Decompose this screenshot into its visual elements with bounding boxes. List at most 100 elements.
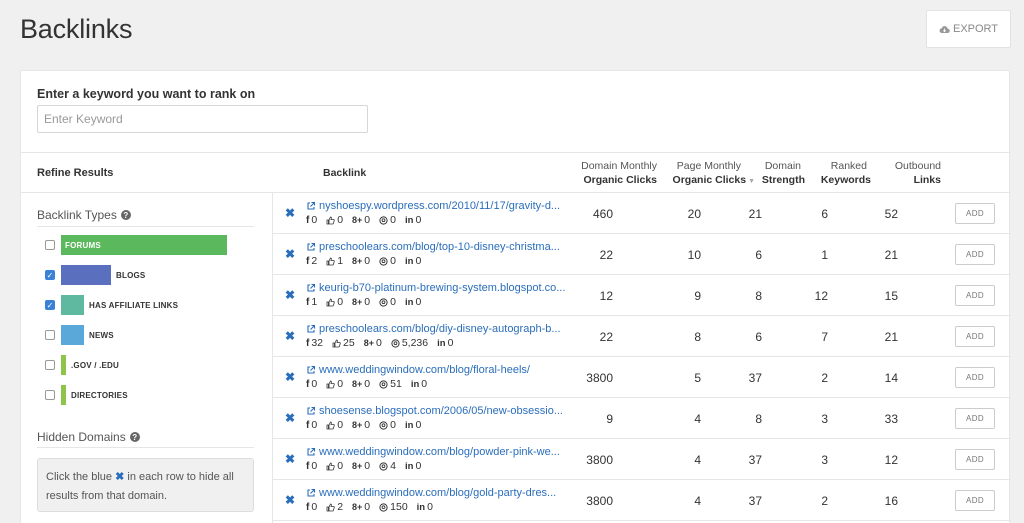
likes-count: 0: [326, 419, 343, 431]
linkedin-count: in 0: [416, 501, 433, 513]
backlink-url-text: preschoolears.com/blog/top-10-disney-chr…: [319, 241, 560, 253]
backlink-type-row[interactable]: DIRECTORIES: [45, 385, 128, 405]
add-button[interactable]: ADD: [955, 244, 995, 265]
backlink-type-bar: [61, 265, 111, 285]
hide-domain-button[interactable]: ✖: [285, 493, 295, 507]
backlink-type-row[interactable]: NEWS: [45, 325, 114, 345]
external-link-icon: [306, 201, 316, 211]
backlink-type-row[interactable]: .GOV / .EDU: [45, 355, 119, 375]
pinterest-count: 0: [379, 214, 396, 226]
backlink-url-text: preschoolears.com/blog/diy-disney-autogr…: [319, 323, 561, 335]
google-plus-icon: 8+: [352, 461, 363, 471]
google-plus-icon: 8+: [352, 420, 363, 430]
external-link-icon: [306, 447, 316, 457]
pinterest-count: 51: [379, 378, 402, 390]
add-button[interactable]: ADD: [955, 203, 995, 224]
hidden-domains-note: Click the blue ✖ in each row to hide all…: [37, 458, 254, 512]
hidden-domains-label: Hidden Domains ?: [37, 430, 140, 444]
facebook-icon: f: [306, 419, 310, 431]
backlink-type-checkbox[interactable]: ✓: [45, 270, 55, 280]
add-button[interactable]: ADD: [955, 326, 995, 347]
backlink-types-label: Backlink Types ?: [37, 208, 131, 222]
facebook-icon: f: [306, 378, 310, 390]
google-plus-count: 8+ 0: [352, 296, 371, 308]
pinterest-count: 0: [379, 296, 396, 308]
backlink-url[interactable]: shoesense.blogspot.com/2006/05/new-obses…: [306, 405, 563, 417]
help-icon[interactable]: ?: [120, 210, 131, 220]
col-header-domain-strength[interactable]: Domain Strength: [749, 160, 805, 187]
hide-domain-button[interactable]: ✖: [285, 288, 295, 302]
linkedin-icon: in: [416, 501, 426, 513]
cell-domain-clicks: 9: [606, 412, 613, 426]
backlink-type-checkbox[interactable]: [45, 390, 55, 400]
backlink-url-text: www.weddingwindow.com/blog/gold-party-dr…: [319, 487, 557, 499]
backlink-url[interactable]: preschoolears.com/blog/top-10-disney-chr…: [306, 241, 560, 253]
col-header-page-clicks[interactable]: Page Monthly Organic Clicks ▼: [661, 160, 755, 188]
social-counts: f 0 0 8+ 0 0 in 0: [306, 214, 430, 226]
cell-page-clicks: 4: [694, 412, 701, 426]
keyword-input[interactable]: [37, 105, 368, 133]
backlink-url[interactable]: www.weddingwindow.com/blog/floral-heels/: [306, 364, 530, 376]
linkedin-icon: in: [437, 337, 446, 349]
backlink-url[interactable]: keurig-b70-platinum-brewing-system.blogs…: [306, 282, 565, 294]
cell-strength: 37: [748, 494, 762, 508]
backlink-url[interactable]: www.weddingwindow.com/blog/gold-party-dr…: [306, 487, 556, 499]
thumbs-up-icon: [326, 503, 335, 512]
pinterest-icon: [379, 461, 388, 471]
backlink-type-checkbox[interactable]: ✓: [45, 300, 55, 310]
col-header-domain-clicks[interactable]: Domain Monthly Organic Clicks: [553, 160, 657, 187]
backlink-type-label: DIRECTORIES: [71, 390, 128, 400]
hide-domain-button[interactable]: ✖: [285, 370, 295, 384]
close-icon: ✖: [115, 471, 125, 483]
hide-domain-button[interactable]: ✖: [285, 452, 295, 466]
col-header-outbound-links[interactable]: Outbound Links: [885, 160, 941, 187]
external-link-icon: [306, 488, 316, 498]
hide-domain-button[interactable]: ✖: [285, 247, 295, 261]
col-header-ranked-keywords[interactable]: Ranked Keywords: [817, 160, 871, 187]
col-header-backlink[interactable]: Backlink: [323, 167, 366, 181]
likes-count: 1: [326, 255, 343, 267]
thumbs-up-icon: [326, 216, 335, 225]
add-button[interactable]: ADD: [955, 285, 995, 306]
cell-domain-clicks: 460: [592, 207, 613, 221]
backlink-url[interactable]: nyshoespy.wordpress.com/2010/11/17/gravi…: [306, 200, 560, 212]
cell-outbound: 16: [884, 494, 898, 508]
hide-domain-button[interactable]: ✖: [285, 329, 295, 343]
add-button[interactable]: ADD: [955, 490, 995, 511]
facebook-count: f0: [306, 378, 318, 390]
cell-outbound: 14: [884, 371, 898, 385]
backlink-type-checkbox[interactable]: [45, 240, 55, 250]
cell-outbound: 12: [884, 453, 898, 467]
social-counts: f 0 0 8+ 0 51 in 0: [306, 378, 436, 390]
backlink-type-checkbox[interactable]: [45, 360, 55, 370]
backlink-type-row[interactable]: ✓ BLOGS: [45, 265, 145, 285]
table-row: ✖ www.weddingwindow.com/blog/floral-heels…: [273, 357, 1011, 398]
external-link-icon: [306, 283, 316, 293]
thumbs-up-icon: [332, 339, 341, 348]
linkedin-icon: in: [404, 296, 414, 308]
add-button[interactable]: ADD: [955, 408, 995, 429]
google-plus-count: 8+ 0: [352, 501, 371, 513]
add-button[interactable]: ADD: [955, 449, 995, 470]
thumbs-up-icon: [326, 380, 335, 389]
export-button[interactable]: EXPORT: [926, 10, 1011, 48]
help-icon[interactable]: ?: [129, 432, 140, 442]
google-plus-icon: 8+: [352, 379, 363, 389]
backlink-url[interactable]: www.weddingwindow.com/blog/powder-pink-w…: [306, 446, 560, 458]
backlink-type-row[interactable]: ✓ HAS AFFILIATE LINKS: [45, 295, 178, 315]
linkedin-count: in 0: [404, 419, 422, 431]
cell-outbound: 15: [884, 289, 898, 303]
backlink-url[interactable]: preschoolears.com/blog/diy-disney-autogr…: [306, 323, 561, 335]
google-plus-icon: 8+: [352, 215, 363, 225]
cell-domain-clicks: 22: [599, 330, 613, 344]
backlink-type-checkbox[interactable]: [45, 330, 55, 340]
table-row: ✖ preschoolears.com/blog/diy-disney-autog…: [273, 316, 1011, 357]
pinterest-icon: [379, 502, 388, 512]
backlink-type-row[interactable]: FORUMS: [45, 235, 227, 255]
likes-count: 0: [326, 378, 343, 390]
add-button[interactable]: ADD: [955, 367, 995, 388]
pinterest-count: 0: [379, 419, 396, 431]
hide-domain-button[interactable]: ✖: [285, 411, 295, 425]
pinterest-icon: [391, 338, 400, 348]
hide-domain-button[interactable]: ✖: [285, 206, 295, 220]
